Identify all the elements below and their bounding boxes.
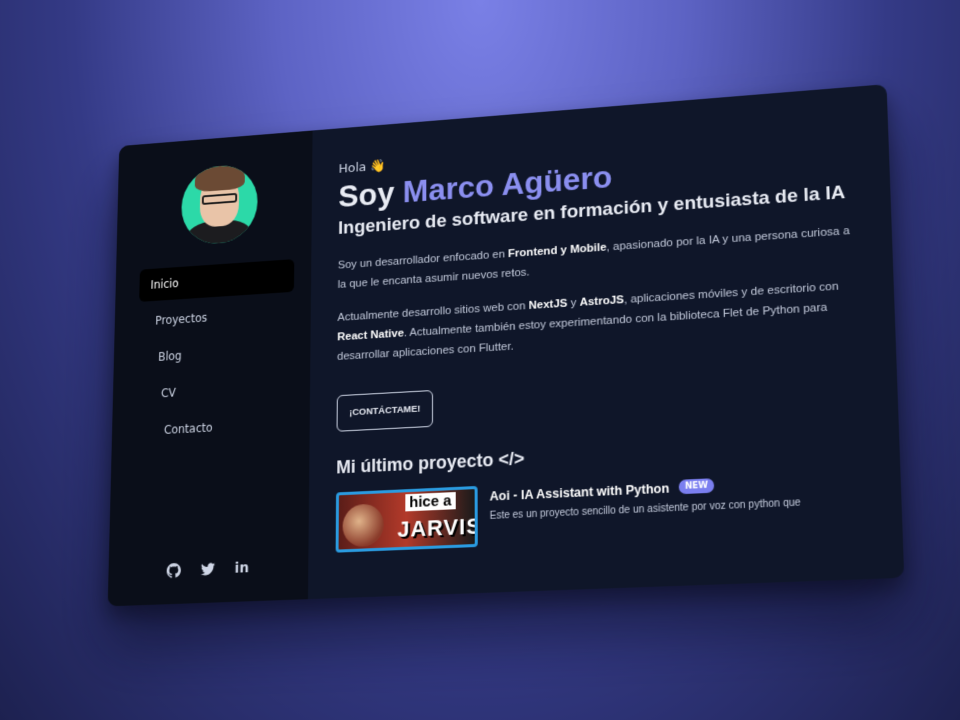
sidebar: Inicio Proyectos Blog CV Contacto in [107, 130, 313, 607]
browser-window: Inicio Proyectos Blog CV Contacto in Hol… [107, 84, 905, 607]
sidebar-item-contacto[interactable]: Contacto [152, 407, 292, 448]
sidebar-item-proyectos[interactable]: Proyectos [144, 296, 294, 338]
thumbnail-text: JARVIS [397, 512, 478, 542]
twitter-icon[interactable] [199, 561, 216, 581]
project-info: Aoi - IA Assistant with Python NEW Este … [490, 468, 871, 546]
about-highlight: Frontend y Mobile [508, 241, 607, 261]
sidebar-item-cv[interactable]: CV [150, 369, 293, 410]
sidebar-item-blog[interactable]: Blog [147, 332, 294, 374]
linkedin-icon[interactable]: in [233, 560, 251, 580]
about-highlight: React Native [337, 327, 404, 344]
stage: Inicio Proyectos Blog CV Contacto in Hol… [0, 0, 960, 720]
project-title[interactable]: Aoi - IA Assistant with Python [490, 481, 670, 503]
wave-emoji: 👋 [370, 158, 386, 175]
about-highlight: AstroJS [579, 294, 625, 310]
about-text: Soy un desarrollador enfocado en [337, 248, 509, 272]
about-text: Actualmente desarrollo sitios web con [337, 300, 529, 325]
title-prefix: Soy [338, 174, 403, 214]
project-thumbnail[interactable]: hice a JARVIS [335, 485, 478, 553]
project-card[interactable]: hice a JARVIS Aoi - IA Assistant with Py… [335, 468, 871, 553]
main-content: Hola 👋 Soy Marco Agüero Ingeniero de sof… [308, 84, 904, 599]
sidebar-item-inicio[interactable]: Inicio [139, 259, 295, 302]
social-links: in [108, 558, 308, 585]
contact-button[interactable]: ¡CONTÁCTAME! [336, 389, 434, 432]
new-badge: NEW [678, 478, 715, 495]
avatar [180, 163, 259, 247]
github-icon[interactable] [165, 562, 182, 583]
greeting-text: Hola [338, 160, 367, 177]
thumbnail-text: hice a [405, 491, 456, 512]
about-text: y [567, 297, 580, 310]
sidebar-nav: Inicio Proyectos Blog CV Contacto [112, 258, 312, 449]
about-highlight: NextJS [528, 297, 568, 313]
thumbnail-orb [342, 502, 384, 547]
